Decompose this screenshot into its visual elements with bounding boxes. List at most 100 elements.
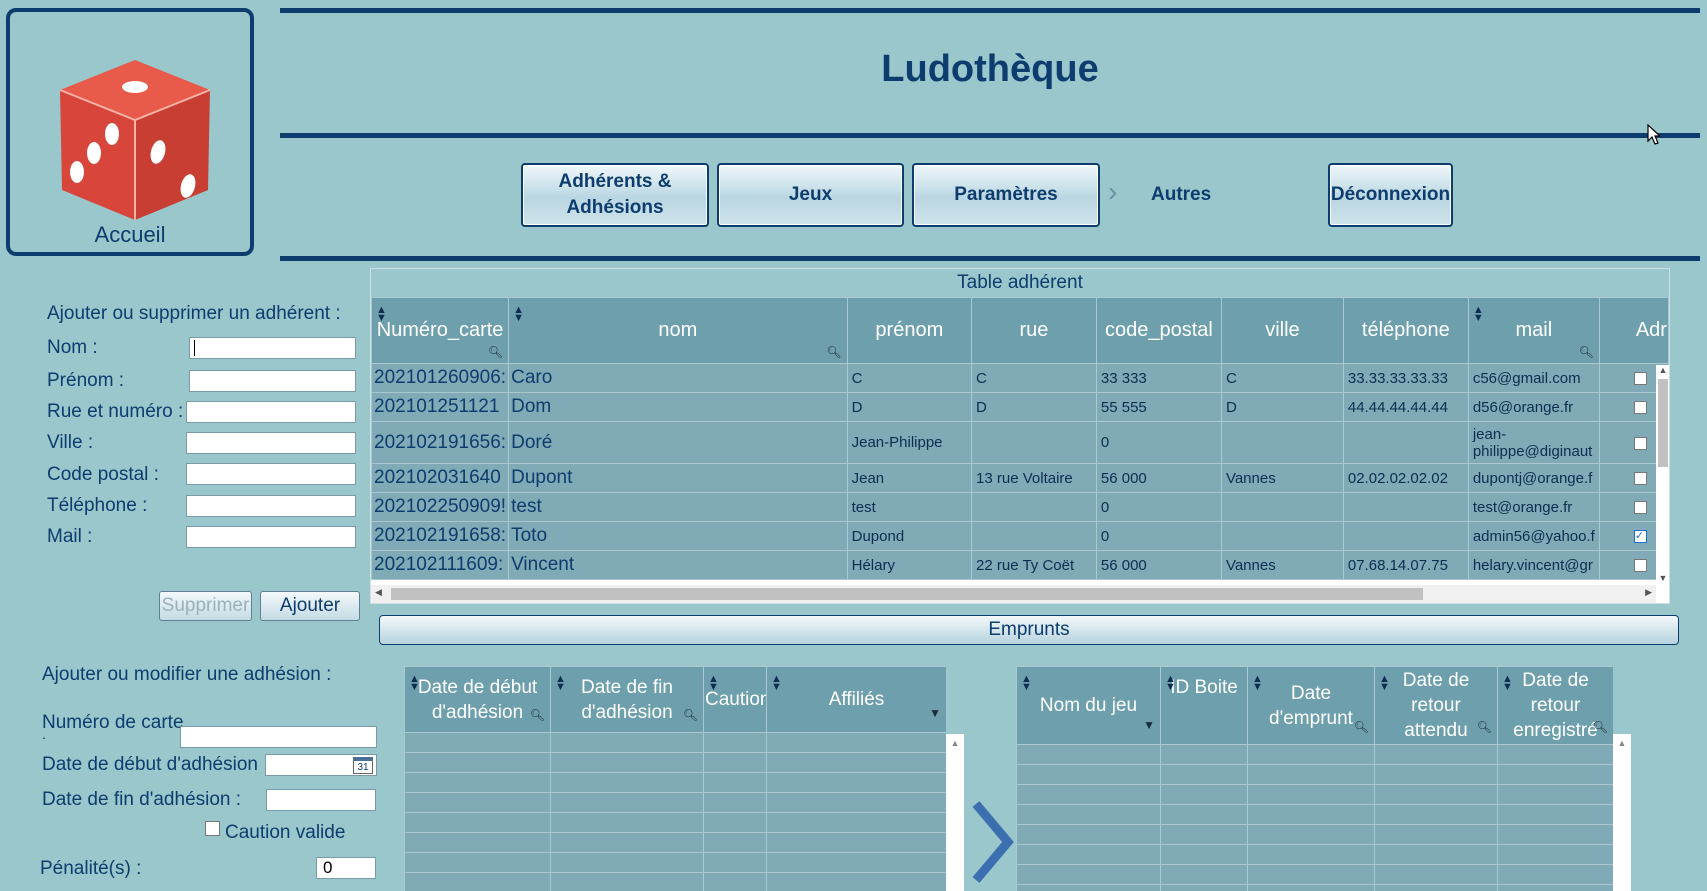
cell-mail[interactable]: test@orange.fr [1467, 492, 1600, 522]
cell-cp[interactable]: 0 [1095, 521, 1222, 551]
cell-rue[interactable]: C [971, 363, 1097, 393]
cell-cp[interactable]: 56 000 [1095, 550, 1222, 580]
cell-nom[interactable]: Doré [508, 421, 848, 464]
col-header-adr[interactable]: Adr [1598, 297, 1669, 364]
rue-input[interactable] [186, 401, 356, 423]
checkbox[interactable] [1633, 372, 1647, 386]
next-chevron-icon[interactable] [968, 800, 1014, 884]
col-header-date-emprunt[interactable]: ▲ ▼ Date d'emprunt 🔍︎ [1247, 666, 1375, 745]
caution-valide-checkbox[interactable] [205, 821, 220, 836]
code-postal-input[interactable] [186, 463, 356, 485]
search-icon[interactable]: 🔍︎ [488, 345, 503, 359]
cell-rue[interactable] [971, 521, 1097, 551]
search-icon[interactable]: 🔍︎ [1593, 715, 1608, 740]
search-icon[interactable]: 🔍︎ [1477, 715, 1492, 740]
scroll-left-icon[interactable]: ◀ [375, 587, 382, 598]
cell-ville[interactable]: D [1220, 392, 1344, 422]
col-header-retour-attendu[interactable]: ▲ ▼ Date de retour attendu 🔍︎ [1374, 666, 1498, 745]
cell-mail[interactable]: helary.vincent@gr [1467, 550, 1600, 580]
cell-prenom[interactable]: test [846, 492, 973, 522]
cell-tel[interactable]: 07.68.14.07.75 [1342, 550, 1469, 580]
nav-jeux-button[interactable]: Jeux [717, 163, 904, 227]
nav-parametres-button[interactable]: Paramètres [912, 163, 1100, 227]
sort-icon[interactable]: ▲ ▼ [1165, 674, 1176, 693]
cell-rue[interactable]: D [971, 392, 1097, 422]
cell-prenom[interactable]: Jean [846, 463, 973, 493]
cell-cp[interactable]: 0 [1095, 421, 1222, 464]
sort-icon[interactable]: ▲ ▼ [1473, 305, 1484, 324]
delete-adherent-button[interactable]: Supprimer [159, 591, 252, 621]
sort-icon[interactable]: ▲ ▼ [409, 674, 420, 693]
col-header-code-postal[interactable]: code_postal [1095, 297, 1222, 364]
sort-icon[interactable]: ▲ ▼ [376, 305, 387, 324]
cell-nom[interactable]: Vincent [508, 550, 848, 580]
cell-carte[interactable]: 202102111609: [371, 550, 510, 580]
filter-icon[interactable]: ▼ [929, 701, 941, 726]
cell-ville[interactable] [1220, 421, 1344, 464]
cell-prenom[interactable]: D [846, 392, 973, 422]
cell-nom[interactable]: Toto [508, 521, 848, 551]
cell-nom[interactable]: Dom [508, 392, 848, 422]
adherent-table-row[interactable]: 202101251121 Dom D D 55 555 D 44.44.44.44.44 d5… [371, 392, 1669, 422]
search-icon[interactable]: 🔍︎ [683, 703, 698, 728]
sort-icon[interactable]: ▲ ▼ [1502, 674, 1513, 693]
add-adherent-button[interactable]: Ajouter [260, 591, 360, 621]
checkbox[interactable] [1633, 559, 1647, 573]
cell-rue[interactable] [971, 492, 1097, 522]
search-icon[interactable]: 🔍︎ [1579, 345, 1594, 359]
cell-tel[interactable]: 44.44.44.44.44 [1342, 392, 1469, 422]
adherent-table-row[interactable]: 202102250909! test test 0 test@orange.fr [371, 492, 1669, 522]
scroll-right-icon[interactable]: ▶ [1645, 587, 1652, 598]
cell-tel[interactable]: 33.33.33.33.33 [1342, 363, 1469, 393]
cell-ville[interactable]: Vannes [1220, 550, 1344, 580]
checkbox[interactable] [1633, 401, 1647, 415]
numero-carte-input[interactable] [180, 726, 377, 748]
cell-mail[interactable]: dupontj@orange.f [1467, 463, 1600, 493]
cell-ville[interactable]: C [1220, 363, 1344, 393]
col-header-telephone[interactable]: téléphone [1342, 297, 1469, 364]
cell-cp[interactable]: 55 555 [1095, 392, 1222, 422]
col-header-rue[interactable]: rue [971, 297, 1097, 364]
filter-icon[interactable]: ▼ [1143, 713, 1155, 738]
adherent-table-row[interactable]: 202101260906: Caro C C 33 333 C 33.33.33.33.33… [371, 363, 1669, 393]
nom-input[interactable] [189, 337, 356, 359]
cell-carte[interactable]: 202102250909! [371, 492, 510, 522]
date-debut-input[interactable]: 31 [265, 754, 377, 776]
cell-rue[interactable]: 13 rue Voltaire [971, 463, 1097, 493]
sort-icon[interactable]: ▲ ▼ [1021, 674, 1032, 693]
penalites-input[interactable]: 0 [316, 857, 376, 879]
emprunt-table-vscroll[interactable]: ▲ [1613, 734, 1631, 891]
checkbox[interactable] [1633, 436, 1647, 450]
col-header-retour-enregistre[interactable]: ▲ ▼ Date de retour enregistré 🔍︎ [1497, 666, 1613, 745]
cell-ville[interactable] [1220, 521, 1344, 551]
scroll-up-icon[interactable]: ▲ [946, 734, 964, 748]
calendar-icon[interactable]: 31 [353, 757, 373, 774]
cell-tel[interactable] [1342, 421, 1469, 464]
sort-icon[interactable]: ▲ ▼ [1379, 674, 1390, 693]
cell-nom[interactable]: Caro [508, 363, 848, 393]
search-icon[interactable]: 🔍︎ [530, 703, 545, 728]
cell-ville[interactable] [1220, 492, 1344, 522]
cell-tel[interactable] [1342, 492, 1469, 522]
col-header-affilies[interactable]: ▲ ▼ Affiliés ▼ [766, 666, 946, 733]
adherent-table-row[interactable]: 202102111609: Vincent Hélary 22 rue Ty Coët… [371, 550, 1669, 580]
cell-prenom[interactable]: Dupond [846, 521, 973, 551]
col-header-numero-carte[interactable]: ▲ ▼ Numéro_carte 🔍︎ [371, 297, 510, 364]
mail-input[interactable] [186, 526, 356, 548]
col-header-mail[interactable]: ▲ ▼ mail 🔍︎ [1467, 297, 1600, 364]
nav-autres-link[interactable]: Autres [1151, 184, 1211, 206]
cell-prenom[interactable]: Hélary [846, 550, 973, 580]
cell-prenom[interactable]: C [846, 363, 973, 393]
cell-mail[interactable]: admin56@yahoo.f [1467, 521, 1600, 551]
scroll-down-icon[interactable]: ▼ [1656, 573, 1669, 583]
cell-carte[interactable]: 202102191658: [371, 521, 510, 551]
cell-rue[interactable] [971, 421, 1097, 464]
cell-mail[interactable]: d56@orange.fr [1467, 392, 1600, 422]
cell-carte[interactable]: 202101260906: [371, 363, 510, 393]
cell-mail[interactable]: jean-philippe@diginaut [1467, 421, 1600, 464]
checkbox[interactable] [1633, 501, 1647, 515]
adherent-table-vscroll[interactable]: ▲ ▼ [1656, 365, 1669, 583]
sort-icon[interactable]: ▲ ▼ [513, 305, 524, 324]
adherent-table-row[interactable]: 202102031640 Dupont Jean 13 rue Voltaire 56 … [371, 463, 1669, 493]
cell-cp[interactable]: 56 000 [1095, 463, 1222, 493]
